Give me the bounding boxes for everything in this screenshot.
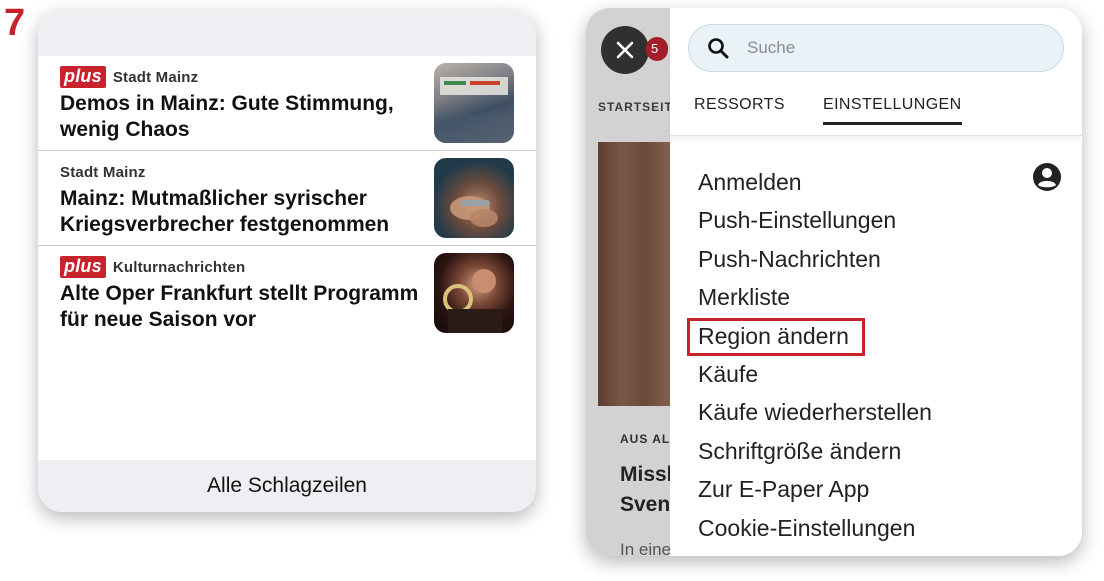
menu-item-kaeufe[interactable]: Käufe (698, 355, 932, 393)
menu-item-region-aendern-wrapper[interactable]: Region ändern (687, 317, 932, 356)
settings-menu: Anmelden Push-Einstellungen Push-Nachric… (687, 163, 932, 547)
news-item[interactable]: plus Stadt Mainz Demos in Mainz: Gute St… (38, 56, 536, 151)
menu-item-push-nachrichten[interactable]: Push-Nachrichten (698, 240, 932, 278)
news-title: Demos in Mainz: Gute Stimmung, wenig Cha… (60, 92, 394, 141)
background-page: STARTSEITE AUS AL Missl Sven In eine (586, 8, 681, 556)
menu-item-merkliste[interactable]: Merkliste (698, 278, 932, 316)
news-widget: plus Stadt Mainz Demos in Mainz: Gute St… (38, 10, 536, 512)
background-body: In eine (620, 540, 672, 556)
news-title: Alte Oper Frankfurt stellt Programm für … (60, 282, 419, 331)
background-headline: Missl Sven (620, 463, 673, 516)
news-list: plus Stadt Mainz Demos in Mainz: Gute St… (38, 56, 536, 460)
widget-header (38, 10, 536, 56)
highlight-box (687, 317, 865, 356)
account-circle-icon[interactable] (1032, 162, 1062, 192)
app-screen: STARTSEITE AUS AL Missl Sven In eine 5 S… (586, 8, 1082, 556)
news-title: Mainz: Mutmaßlicher syrischer Kriegsverb… (60, 187, 390, 236)
news-section: Stadt Mainz (60, 163, 146, 181)
background-article-image (598, 142, 676, 406)
menu-item-schriftgroesse[interactable]: Schriftgröße ändern (698, 432, 932, 470)
menu-item-e-paper-app[interactable]: Zur E-Paper App (698, 470, 932, 508)
plus-badge: plus (60, 66, 106, 88)
notification-badge: 5 (646, 37, 668, 61)
search-input[interactable]: Suche (688, 24, 1064, 72)
menu-item-anmelden[interactable]: Anmelden (698, 163, 932, 201)
plus-badge: plus (60, 256, 106, 278)
menu-tabs: RESSORTS EINSTELLUNGEN (670, 74, 1082, 136)
search-placeholder: Suche (747, 38, 796, 57)
menu-item-cookie-einstellungen[interactable]: Cookie-Einstellungen (698, 509, 932, 547)
tab-einstellungen[interactable]: EINSTELLUNGEN (823, 96, 962, 125)
menu-item-kaeufe-wiederherstellen[interactable]: Käufe wiederherstellen (698, 393, 932, 431)
all-headlines-button[interactable]: Alle Schlagzeilen (38, 460, 536, 512)
news-item[interactable]: Stadt Mainz Mainz: Mutmaßlicher syrische… (38, 151, 536, 246)
news-section: Stadt Mainz (112, 68, 199, 86)
news-thumbnail (434, 158, 514, 238)
background-label: AUS AL (620, 432, 671, 446)
tab-ressorts[interactable]: RESSORTS (694, 96, 785, 114)
menu-panel: Suche RESSORTS EINSTELLUNGEN Anmelden Pu… (670, 8, 1082, 556)
news-thumbnail (434, 253, 514, 333)
news-section: Kulturnachrichten (112, 258, 246, 276)
search-icon (708, 38, 729, 59)
news-thumbnail (434, 63, 514, 143)
news-item[interactable]: plus Kulturnachrichten Alte Oper Frankfu… (38, 246, 536, 341)
close-menu-button[interactable] (601, 26, 649, 74)
step-number-7: 7 (4, 2, 26, 44)
menu-item-push-einstellungen[interactable]: Push-Einstellungen (698, 201, 932, 239)
close-icon (616, 41, 634, 59)
